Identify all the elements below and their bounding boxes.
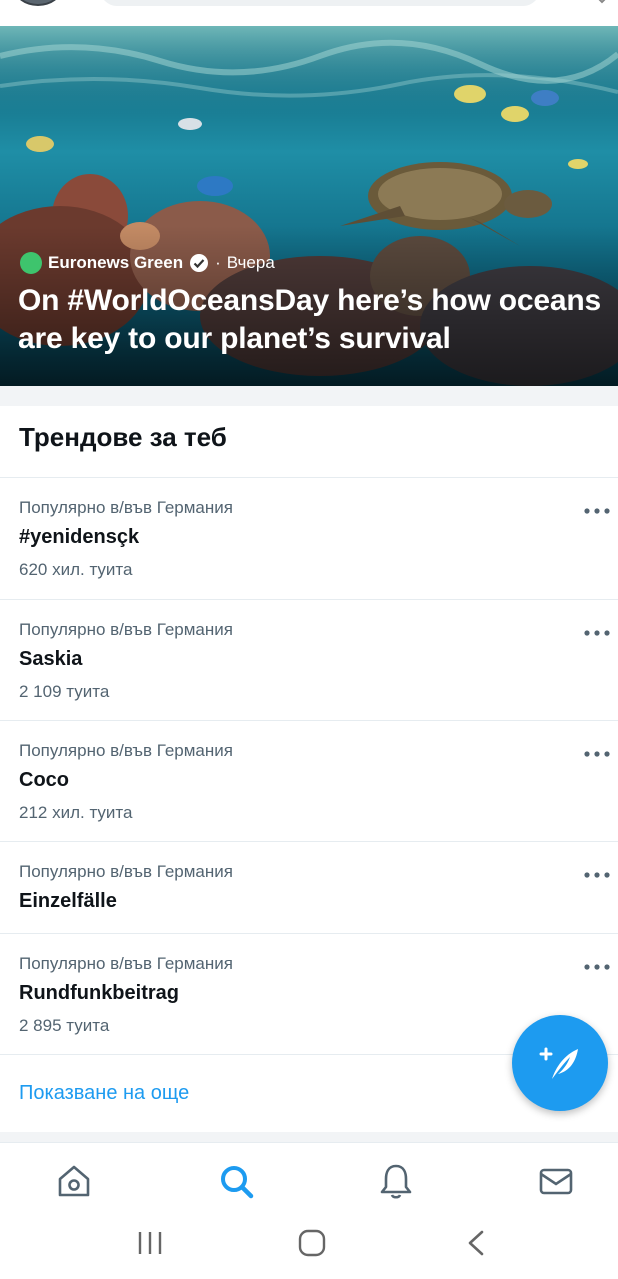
hero-headline: On #WorldOceansDay here’s how oceans are… (18, 284, 602, 355)
more-options-icon[interactable] (584, 964, 610, 970)
hero-time: Вчера (226, 253, 275, 272)
trend-name: #yenidensçk (19, 526, 140, 548)
more-options-icon[interactable] (584, 630, 610, 636)
trend-name: Coco (19, 769, 69, 791)
trend-context: Популярно в/във Германия (19, 741, 233, 760)
trend-item[interactable]: Популярно в/във Германия Einzelfälle (0, 842, 618, 933)
home-button-icon[interactable] (292, 1228, 332, 1258)
source-logo-icon (20, 252, 42, 274)
trends-title: Трендове за теб (19, 422, 227, 452)
hero-card[interactable]: Euronews Green · Вчера On #WorldOceansDa… (0, 26, 618, 386)
source-name: Euronews Green (48, 253, 184, 272)
top-header (0, 0, 618, 26)
recent-apps-icon[interactable] (130, 1228, 170, 1258)
trend-name: Rundfunkbeitrag (19, 982, 179, 1004)
settings-icon[interactable] (592, 0, 612, 6)
home-icon[interactable] (54, 1161, 94, 1201)
trend-item[interactable]: Популярно в/във Германия Coco 212 хил. т… (0, 721, 618, 841)
search-input[interactable] (100, 0, 540, 6)
trend-name: Einzelfälle (19, 890, 117, 912)
show-more-link[interactable]: Показване на още (19, 1082, 189, 1105)
trend-context: Популярно в/във Германия (19, 862, 233, 881)
trend-context: Популярно в/във Германия (19, 954, 233, 973)
trend-count: 620 хил. туита (19, 560, 133, 579)
hero-meta: Euronews Green · Вчера (20, 252, 275, 274)
more-options-icon[interactable] (584, 872, 610, 878)
trend-item[interactable]: Популярно в/във Германия #yenidensçk 620… (0, 478, 618, 599)
bell-icon[interactable] (376, 1161, 416, 1201)
section-gap (0, 386, 618, 406)
system-nav-bar (0, 1214, 618, 1279)
search-icon[interactable] (216, 1161, 256, 1201)
trend-count: 212 хил. туита (19, 803, 133, 822)
trend-context: Популярно в/във Германия (19, 498, 233, 517)
trend-name: Saskia (19, 648, 83, 670)
verified-badge-icon (190, 254, 209, 272)
trend-count: 2 895 туита (19, 1016, 110, 1035)
bottom-tab-bar (0, 1142, 618, 1214)
meta-separator: · (215, 253, 221, 272)
mail-icon[interactable] (536, 1161, 576, 1201)
trend-context: Популярно в/във Германия (19, 620, 233, 639)
compose-tweet-button[interactable] (512, 1015, 608, 1111)
section-gap (0, 1132, 618, 1142)
more-options-icon[interactable] (584, 751, 610, 757)
avatar[interactable] (14, 0, 62, 6)
feather-plus-icon (539, 1047, 578, 1079)
trend-item[interactable]: Популярно в/във Германия Saskia 2 109 ту… (0, 600, 618, 720)
trend-count: 2 109 туита (19, 682, 110, 701)
more-options-icon[interactable] (584, 508, 610, 514)
back-icon[interactable] (456, 1228, 496, 1258)
